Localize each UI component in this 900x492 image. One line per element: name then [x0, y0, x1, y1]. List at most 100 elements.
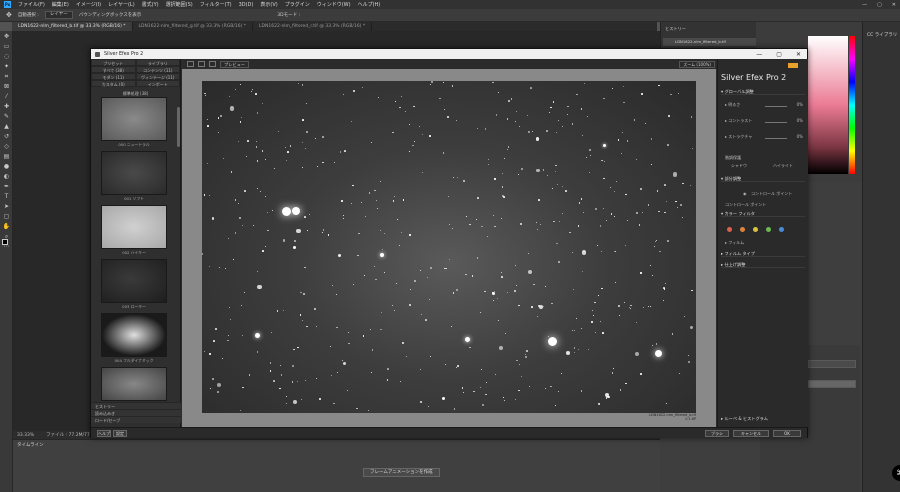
create-frame-animation-button[interactable]: フレームアニメーションを作成	[363, 468, 440, 477]
frame-icon[interactable]: ⊠	[2, 83, 11, 90]
loupe-histogram-section[interactable]: ▸ ルーペ & ヒストグラム	[721, 415, 805, 422]
menu-file[interactable]: ファイル(F)	[18, 1, 45, 8]
settings-button[interactable]: 設定	[113, 430, 127, 437]
history-brush-icon[interactable]: ↺	[2, 133, 11, 140]
control-point-button[interactable]: ◉ コントロール ポイント	[725, 191, 805, 197]
tab-contents[interactable]: コンテンツ (11)	[135, 66, 180, 73]
loaded-section[interactable]: 読み込みき	[91, 409, 181, 416]
tab-import[interactable]: インポート	[135, 80, 180, 87]
menu-layer[interactable]: レイヤー(L)	[108, 1, 135, 8]
menu-filter[interactable]: フィルター(T)	[200, 1, 232, 8]
cc-libraries-tab[interactable]: CC ライブラリ	[867, 32, 897, 38]
filter-blue-dot[interactable]	[779, 227, 784, 232]
menu-help[interactable]: ヘルプ(H)	[358, 1, 381, 8]
zoom-level[interactable]: 33.33%	[17, 433, 34, 438]
brush-icon[interactable]: ✎	[2, 113, 11, 120]
eyedropper-icon[interactable]: ⁄	[2, 93, 11, 100]
doc-tab-r[interactable]: LDN1622-nlm_filtered_r.tif @ 33.3% (RGB/…	[253, 22, 373, 31]
preset-thumbnail[interactable]	[101, 151, 167, 195]
maximize-icon[interactable]: ▢	[877, 2, 882, 8]
tab-library[interactable]: ライブラリ	[135, 59, 180, 66]
preset-thumbnail[interactable]	[101, 97, 167, 141]
menu-plugins[interactable]: プラグイン	[285, 1, 310, 8]
minimize-icon[interactable]: —	[862, 2, 867, 8]
move-tool-icon[interactable]: ✥	[6, 11, 12, 19]
filter-orange-dot[interactable]	[740, 227, 745, 232]
sfx-close-icon[interactable]: ✕	[796, 51, 801, 58]
control-points-list[interactable]: コントロール ポイント	[725, 202, 805, 208]
brightness-row[interactable]: ▸ 明るさ 0%	[725, 102, 805, 108]
color-picker-field[interactable]	[808, 36, 848, 174]
menu-3d[interactable]: 3D(D)	[239, 2, 254, 8]
marquee-icon[interactable]: ▭	[2, 43, 11, 50]
tab-vintage[interactable]: ヴィンテージ (11)	[135, 73, 180, 80]
menu-select[interactable]: 選択範囲(S)	[166, 1, 193, 8]
history-layer-row[interactable]: LDN1622-nlm_filtered_b.tif	[663, 38, 757, 46]
preset-scrollbar[interactable]	[177, 107, 180, 147]
zoom-dropdown[interactable]: ズーム (100%)	[679, 61, 715, 68]
foreground-color-swatch[interactable]	[2, 239, 8, 245]
layer-row[interactable]	[808, 360, 856, 368]
finishing-section[interactable]: ▸ 仕上げ調整	[721, 261, 805, 268]
layer-row[interactable]	[808, 380, 856, 388]
doc-tab-b[interactable]: LDN1622-nlm_filtered_b.tif @ 33.3% (RGB/…	[12, 22, 133, 31]
film-type-section[interactable]: ▸ フィルム タイプ	[721, 250, 805, 257]
help-button[interactable]: ヘルプ	[97, 430, 111, 437]
hand-icon[interactable]: ✋	[2, 223, 11, 230]
dodge-icon[interactable]: ◐	[2, 173, 11, 180]
color-filter-section[interactable]: ▾ カラー フィルタ	[721, 210, 805, 217]
ok-button[interactable]: OK	[773, 430, 801, 437]
contrast-row[interactable]: ▸ コントラスト 0%	[725, 118, 805, 124]
menu-window[interactable]: ウィンドウ(W)	[317, 1, 351, 8]
preset-thumbnail[interactable]	[101, 205, 167, 249]
brush-button[interactable]: ブラシ	[705, 430, 729, 437]
tab-all[interactable]: すべて (38)	[91, 66, 136, 73]
preset-thumbnail[interactable]	[101, 367, 167, 401]
film-row[interactable]: ▸ フィルム	[725, 240, 805, 246]
crop-icon[interactable]: ⌗	[2, 73, 11, 80]
menu-image[interactable]: イメージ(I)	[76, 1, 101, 8]
structure-slider[interactable]	[765, 138, 787, 139]
sfx-maximize-icon[interactable]: ▢	[776, 51, 782, 58]
global-adjust-section[interactable]: ▾ グローバル調整	[721, 88, 805, 95]
auto-select-target-dropdown[interactable]: レイヤー	[44, 11, 73, 19]
gradient-icon[interactable]: ▤	[2, 153, 11, 160]
eraser-icon[interactable]: ◇	[2, 143, 11, 150]
shadows-label[interactable]: シャドウ	[731, 163, 747, 169]
load-save-section[interactable]: ロード/セーブ	[91, 416, 181, 423]
menu-edit[interactable]: 編集(E)	[52, 1, 69, 8]
filter-red-dot[interactable]	[727, 227, 732, 232]
cancel-button[interactable]: キャンセル	[733, 430, 769, 437]
wand-icon[interactable]: ✦	[2, 63, 11, 70]
menu-view[interactable]: 表示(V)	[260, 1, 277, 8]
close-icon[interactable]: ✕	[892, 2, 896, 8]
structure-row[interactable]: ▸ ストラクチャ 0%	[725, 134, 805, 140]
doc-tab-g[interactable]: LDN1622-nlm_filtered_g.tif @ 33.3% (RGB/…	[133, 22, 254, 31]
highlights-label[interactable]: ハイライト	[773, 163, 793, 169]
filter-green-dot[interactable]	[766, 227, 771, 232]
preview-toggle[interactable]: プレビュー	[220, 60, 249, 68]
blur-icon[interactable]: ●	[2, 163, 11, 170]
path-select-icon[interactable]: ➤	[2, 203, 11, 210]
history-section[interactable]: ヒストリー	[91, 402, 181, 409]
side-by-side-icon[interactable]	[209, 61, 216, 67]
pen-icon[interactable]: ✒	[2, 183, 11, 190]
show-transform-label[interactable]: バウンディングボックスを表示	[79, 12, 142, 18]
heal-icon[interactable]: ✚	[2, 103, 11, 110]
sfx-minimize-icon[interactable]: —	[756, 51, 762, 58]
stamp-icon[interactable]: ▲	[2, 123, 11, 130]
type-icon[interactable]: T	[2, 193, 11, 200]
tab-presets[interactable]: プリセット	[91, 59, 136, 66]
single-view-icon[interactable]	[187, 61, 194, 67]
auto-select-label[interactable]: 自動選択 :	[18, 12, 39, 18]
preset-thumbnail[interactable]	[101, 259, 167, 303]
move-icon[interactable]: ✥	[2, 33, 11, 40]
tab-custom[interactable]: カスタム (0)	[91, 80, 136, 87]
filter-yellow-dot[interactable]	[753, 227, 758, 232]
brightness-slider[interactable]	[765, 106, 787, 107]
selective-adjust-section[interactable]: ▾ 部分調整	[721, 175, 805, 182]
lasso-icon[interactable]: ◌	[2, 53, 11, 60]
preset-thumbnail[interactable]	[101, 313, 167, 357]
hue-slider[interactable]	[849, 36, 855, 174]
contrast-slider[interactable]	[765, 122, 787, 123]
